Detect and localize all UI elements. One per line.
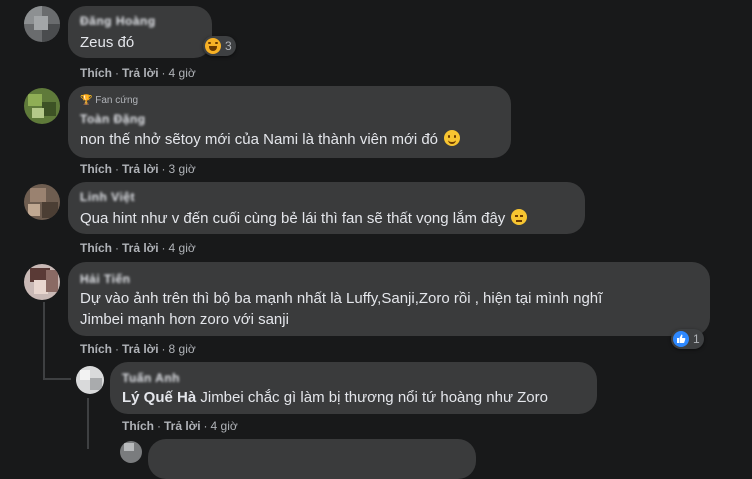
like-icon	[673, 331, 689, 347]
reaction-summary[interactable]: 1	[671, 329, 704, 349]
reply-author[interactable]: Tuấn Anh	[122, 371, 180, 385]
reaction-summary[interactable]: 3	[203, 36, 236, 56]
comment-actions: Thích · Trả lời · 4 giờ	[80, 66, 196, 80]
comment-actions: Thích · Trả lời · 4 giờ	[80, 241, 196, 255]
timestamp[interactable]: 4 giờ	[169, 241, 196, 255]
comment-author[interactable]: Đăng Hoàng	[80, 14, 156, 28]
reply-button[interactable]: Trả lời	[164, 419, 201, 433]
avatar[interactable]	[24, 6, 60, 42]
timestamp[interactable]: 3 giờ	[169, 162, 196, 176]
avatar[interactable]	[76, 366, 104, 394]
reply-button[interactable]: Trả lời	[122, 66, 159, 80]
comment-text: Zeus đó	[80, 34, 135, 51]
comment-author[interactable]: Linh Việt	[80, 190, 135, 204]
like-button[interactable]: Thích	[80, 241, 112, 255]
avatar[interactable]	[24, 88, 60, 124]
thread-connector	[43, 378, 71, 380]
laughing-emoji-icon	[205, 38, 221, 54]
comment-author[interactable]: Toàn Đặng	[80, 112, 146, 126]
smile-emoji-icon	[444, 130, 461, 146]
like-button[interactable]: Thích	[80, 66, 112, 80]
like-button[interactable]: Thích	[80, 162, 112, 176]
reaction-count: 1	[693, 332, 700, 346]
thread-line	[87, 398, 89, 449]
reply-bubble	[148, 439, 476, 479]
reply-button[interactable]: Trả lời	[122, 342, 159, 356]
fan-badge: 🏆 Fan cứng	[80, 95, 139, 106]
avatar[interactable]	[24, 264, 60, 300]
thread-line	[43, 302, 45, 380]
reply-text: Lý Quế Hà Jimbei chắc gì làm bị thương n…	[122, 389, 548, 406]
reply-actions: Thích · Trả lời · 4 giờ	[122, 419, 238, 433]
comment-text: Jimbei mạnh hơn zoro với sanji	[80, 311, 289, 328]
reply-button[interactable]: Trả lời	[122, 241, 159, 255]
comment-actions: Thích · Trả lời · 8 giờ	[80, 342, 196, 356]
comment-text: Dự vào ảnh trên thì bộ ba mạnh nhất là L…	[80, 290, 603, 307]
like-button[interactable]: Thích	[80, 342, 112, 356]
comment-author[interactable]: Hải Tiến	[80, 272, 130, 286]
timestamp[interactable]: 4 giờ	[169, 66, 196, 80]
timestamp[interactable]: 4 giờ	[211, 419, 238, 433]
trophy-icon: 🏆	[80, 95, 93, 106]
reply-button[interactable]: Trả lời	[122, 162, 159, 176]
avatar[interactable]	[24, 184, 60, 220]
comment-text: Qua hint như v đến cuối cùng bẻ lái thì …	[80, 208, 528, 229]
mention-link[interactable]: Lý Quế Hà	[122, 389, 196, 406]
sad-emoji-icon	[511, 209, 528, 225]
comment-text: non thế nhở sẽtoy mới của Nami là thành …	[80, 129, 461, 150]
timestamp[interactable]: 8 giờ	[169, 342, 196, 356]
comment-actions: Thích · Trả lời · 3 giờ	[80, 162, 196, 176]
avatar[interactable]	[120, 441, 142, 463]
reaction-count: 3	[225, 39, 232, 53]
like-button[interactable]: Thích	[122, 419, 154, 433]
